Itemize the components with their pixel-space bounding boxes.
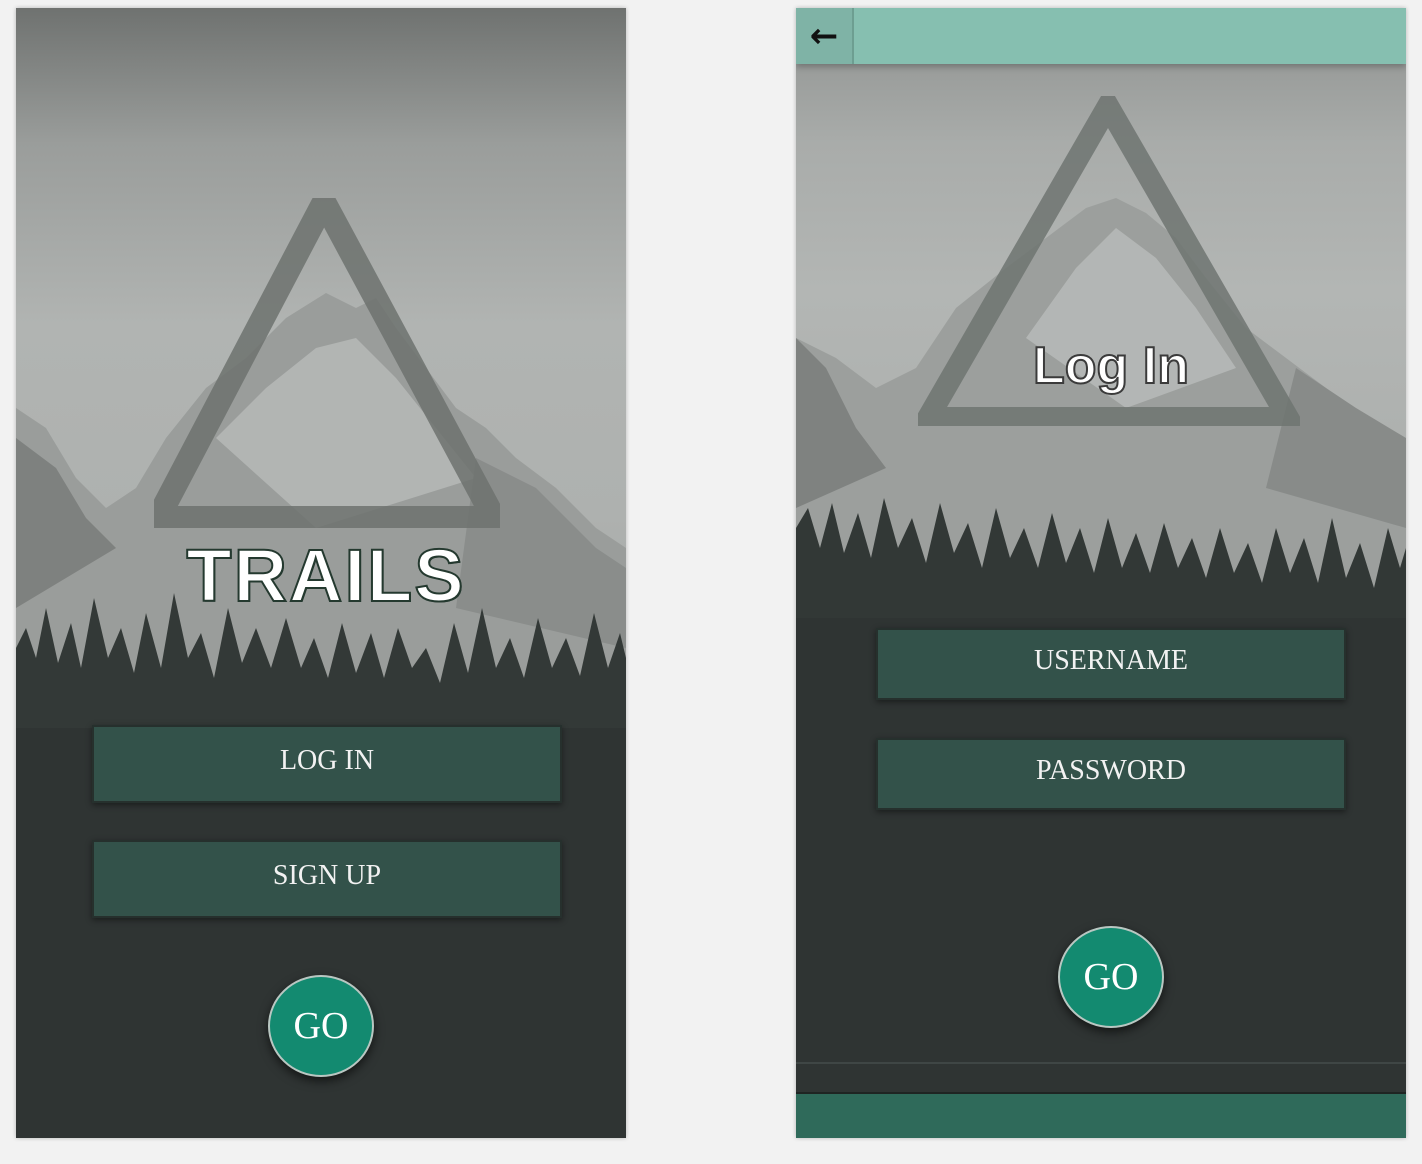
go-button-label: GO [1083,956,1139,998]
login-button-label: LOG IN [279,745,375,776]
username-field[interactable]: USERNAME [876,628,1346,700]
go-button-label: GO [293,1005,349,1047]
password-field-label: PASSWORD [1036,755,1186,786]
app-title: TRAILS [185,533,466,618]
arrow-left-icon: ← [809,16,839,56]
signup-button[interactable]: SIGN UP [92,840,562,918]
go-button[interactable]: GO [1058,926,1164,1028]
username-field-label: USERNAME [1033,645,1188,676]
footer-divider [796,1062,1406,1094]
go-button[interactable]: GO [268,975,374,1077]
login-button[interactable]: LOG IN [92,725,562,803]
header-bar: ← [796,8,1406,64]
password-field[interactable]: PASSWORD [876,738,1346,810]
trails-triangle-logo-icon [154,198,500,528]
page-title: Log In [1032,336,1190,396]
signup-button-label: SIGN UP [272,860,382,891]
login-screen: ← Log In USERNAME PASSWORD GO [796,8,1406,1138]
home-screen: TRAILS LOG IN SIGN UP GO [16,8,626,1138]
footer-bar [796,1092,1406,1138]
back-button[interactable]: ← [796,8,854,64]
